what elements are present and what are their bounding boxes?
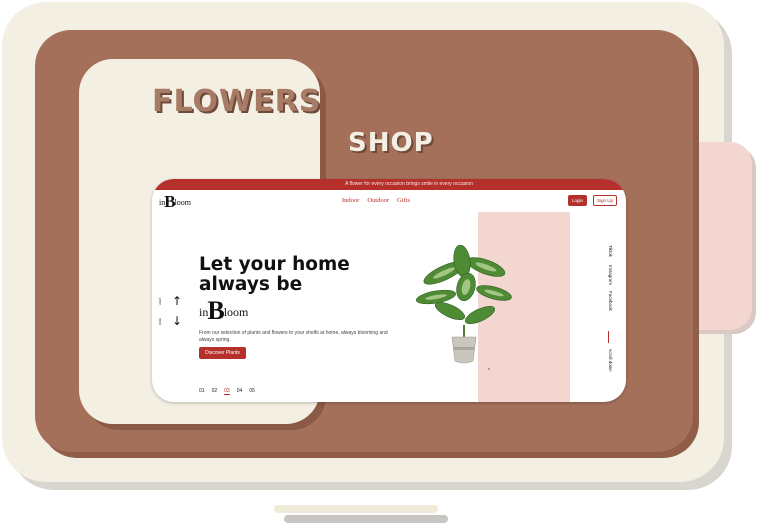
potted-plant-image	[415, 245, 512, 364]
decor-bar-shadow	[284, 515, 448, 523]
slide-pager: 01 02 03 04 05	[199, 388, 255, 395]
pager-item[interactable]: 02	[212, 388, 218, 395]
website-preview: A flower for every occasion brings smile…	[152, 179, 626, 402]
pager-item[interactable]: 01	[199, 388, 205, 395]
hero-heading: Let your home always be	[199, 254, 350, 295]
hero-logo: inBloom	[199, 296, 249, 325]
announcement-bar: A flower for every occasion brings smile…	[152, 179, 626, 190]
social-link-instagram[interactable]: Instagram	[608, 265, 613, 285]
slider-arrows: prev ↑ next ↓	[157, 291, 182, 331]
social-divider	[608, 331, 609, 343]
login-button[interactable]: Login	[568, 195, 587, 206]
main-nav: Indoor Outdoor Gifts	[342, 197, 410, 204]
prev-control[interactable]: prev ↑	[157, 291, 182, 311]
next-control[interactable]: next ↓	[157, 311, 182, 331]
site-logo[interactable]: inBloom	[159, 192, 191, 212]
arrow-up-icon[interactable]: ↑	[172, 295, 182, 307]
nav-item-gifts[interactable]: Gifts	[397, 197, 410, 204]
social-links: Tiktok Instagram Facebook scroll down	[605, 241, 615, 391]
social-link-facebook[interactable]: Facebook	[608, 291, 613, 311]
discover-plants-button[interactable]: Discover Plants	[199, 347, 246, 359]
poster-title-shop: SHOP	[348, 128, 434, 158]
pager-item-active[interactable]: 03	[224, 388, 230, 395]
hero-description: From our selection of plants and flowers…	[199, 330, 388, 343]
poster-title-flowers: FLOWERS	[152, 84, 322, 119]
signup-button[interactable]: Sign Up	[593, 195, 617, 206]
prev-label: prev	[158, 298, 162, 305]
decor-bar	[274, 505, 438, 513]
nav-item-indoor[interactable]: Indoor	[342, 197, 359, 204]
next-label: next	[158, 318, 162, 325]
scroll-down-label[interactable]: scroll down	[608, 349, 613, 372]
pager-item[interactable]: 05	[249, 388, 255, 395]
social-link-tiktok[interactable]: Tiktok	[608, 245, 613, 257]
arrow-down-icon[interactable]: ↓	[172, 315, 182, 327]
pager-item[interactable]: 04	[237, 388, 243, 395]
pink-side-tab	[690, 142, 752, 330]
indicator-dot	[488, 368, 490, 370]
nav-item-outdoor[interactable]: Outdoor	[367, 197, 389, 204]
